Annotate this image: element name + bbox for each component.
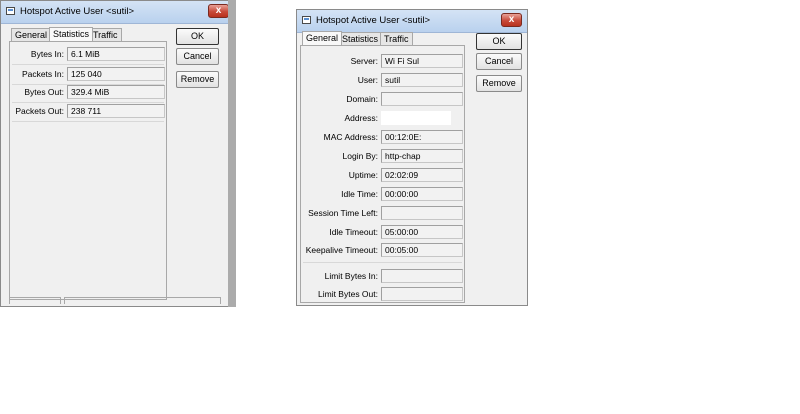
idle-timeout-field[interactable]: 05:00:00 (381, 225, 463, 239)
server-label: Server: (350, 56, 378, 66)
tab-traffic[interactable]: Traffic (89, 28, 122, 41)
bytes-out-field[interactable]: 329.4 MiB (67, 85, 165, 99)
address-field[interactable] (381, 111, 451, 125)
remove-button[interactable]: Remove (176, 71, 219, 88)
packets-in-label: Packets In: (21, 69, 64, 79)
window-app-icon (302, 16, 311, 24)
uptime-label: Uptime: (348, 170, 378, 180)
ok-button[interactable]: OK (476, 33, 522, 50)
user-field[interactable]: sutil (381, 73, 463, 87)
limit-bytes-out-label: Limit Bytes Out: (318, 289, 378, 299)
hotspot-user-window-statistics: Hotspot Active User <sutil> x General St… (0, 0, 235, 307)
cancel-button[interactable]: Cancel (476, 53, 522, 70)
idle-time-label: Idle Time: (341, 189, 378, 199)
row-divider (12, 102, 164, 103)
server-field[interactable]: Wi Fi Sul (381, 54, 463, 68)
keepalive-timeout-label: Keepalive Timeout: (305, 245, 378, 255)
window-title-bar[interactable]: Hotspot Active User <sutil> x (297, 10, 527, 33)
packets-out-label: Packets Out: (15, 106, 64, 116)
status-bar-cell (9, 297, 61, 304)
window-app-icon (6, 7, 15, 15)
tab-statistics[interactable]: Statistics (338, 32, 383, 45)
mac-address-label: MAC Address: (323, 132, 378, 142)
packets-in-field[interactable]: 125 040 (67, 67, 165, 81)
window-title: Hotspot Active User <sutil> (316, 15, 431, 26)
limit-bytes-in-label: Limit Bytes In: (324, 271, 378, 281)
bytes-out-label: Bytes Out: (24, 87, 64, 97)
domain-label: Domain: (346, 94, 378, 104)
limit-bytes-in-field[interactable] (381, 269, 463, 283)
uptime-field[interactable]: 02:02:09 (381, 168, 463, 182)
mac-address-field[interactable]: 00:12:0E: (381, 130, 463, 144)
background-edge (228, 0, 236, 307)
general-panel: Server: Wi Fi Sul User: sutil Domain: Ad… (300, 45, 465, 303)
keepalive-timeout-field[interactable]: 00:05:00 (381, 243, 463, 257)
row-divider (12, 121, 164, 122)
statistics-panel: Bytes In: 6.1 MiB Packets In: 125 040 By… (9, 41, 167, 300)
session-time-left-label: Session Time Left: (308, 208, 378, 218)
window-close-button[interactable]: x (208, 4, 229, 18)
packets-out-field[interactable]: 238 711 (67, 104, 165, 118)
session-time-left-field[interactable] (381, 206, 463, 220)
ok-button[interactable]: OK (176, 28, 219, 45)
section-divider (303, 262, 462, 263)
window-close-button[interactable]: x (501, 13, 522, 27)
idle-time-field[interactable]: 00:00:00 (381, 187, 463, 201)
login-by-label: Login By: (342, 151, 378, 161)
status-bar-cell (64, 297, 221, 304)
login-by-field[interactable]: http-chap (381, 149, 463, 163)
window-title: Hotspot Active User <sutil> (20, 6, 135, 17)
limit-bytes-out-field[interactable] (381, 287, 463, 301)
hotspot-user-window-general: Hotspot Active User <sutil> x General St… (296, 9, 528, 306)
domain-field[interactable] (381, 92, 463, 106)
row-divider (12, 64, 164, 65)
tab-traffic[interactable]: Traffic (380, 32, 413, 45)
window-title-bar[interactable]: Hotspot Active User <sutil> x (1, 1, 234, 24)
tab-general[interactable]: General (11, 28, 52, 41)
tab-general[interactable]: General (302, 31, 343, 45)
idle-timeout-label: Idle Timeout: (329, 227, 378, 237)
bytes-in-field[interactable]: 6.1 MiB (67, 47, 165, 61)
tab-statistics[interactable]: Statistics (49, 27, 94, 41)
cancel-button[interactable]: Cancel (176, 48, 219, 65)
remove-button[interactable]: Remove (476, 75, 522, 92)
address-label: Address: (344, 113, 378, 123)
user-label: User: (357, 75, 378, 85)
bytes-in-label: Bytes In: (30, 49, 64, 59)
